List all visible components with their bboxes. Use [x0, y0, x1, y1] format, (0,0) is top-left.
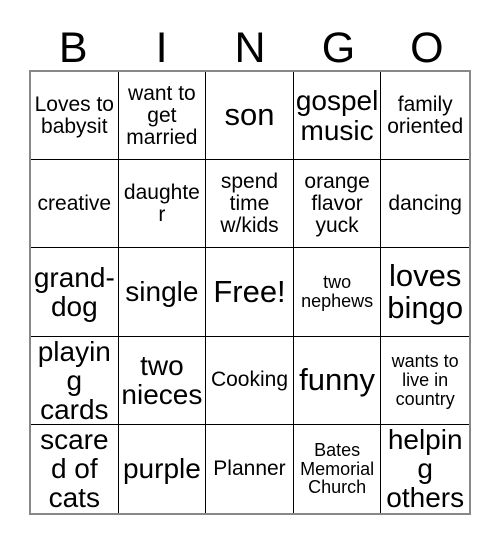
bingo-cell[interactable]: daughter: [118, 160, 207, 249]
bingo-cell[interactable]: Bates Memorial Church: [293, 424, 382, 513]
bingo-cell[interactable]: creative: [31, 160, 119, 249]
bingo-cell-label: Planner: [213, 456, 286, 480]
bingo-cell[interactable]: Planner: [206, 424, 294, 513]
bingo-cell-label: playing cards: [37, 336, 111, 425]
bingo-cell-label: Free!: [213, 273, 286, 309]
bingo-cell[interactable]: helping others: [381, 424, 469, 513]
bingo-cell[interactable]: dancing: [381, 160, 469, 249]
bingo-cell[interactable]: loves bingo: [381, 248, 469, 337]
bingo-cell-label: loves bingo: [387, 257, 464, 325]
bingo-cell-label: two nephews: [301, 272, 374, 311]
bingo-cell-label: scared of cats: [40, 424, 109, 513]
bingo-cell-label: daughter: [123, 180, 200, 226]
bingo-cell-label: dancing: [388, 191, 462, 215]
bingo-cell-label: Bates Memorial Church: [300, 439, 375, 498]
bingo-cell[interactable]: spend time w/kids: [206, 160, 294, 249]
bingo-cell[interactable]: orange flavor yuck: [293, 160, 382, 249]
bingo-cell-label: wants to live in country: [391, 351, 459, 409]
bingo-cell-label: grand-dog: [33, 261, 115, 322]
bingo-cell[interactable]: Loves to babysit: [31, 72, 119, 161]
bingo-cell-label: family oriented: [387, 92, 464, 138]
bingo-cell[interactable]: playing cards: [31, 336, 119, 425]
bingo-cell-label: purple: [122, 453, 201, 485]
bingo-cell-label: funny: [299, 362, 376, 398]
bingo-cell[interactable]: two nieces: [118, 336, 207, 425]
bingo-cell[interactable]: wants to live in country: [381, 336, 469, 425]
bingo-cell[interactable]: son: [206, 72, 294, 161]
bingo-cell-label: helping others: [386, 424, 465, 513]
bingo-cell[interactable]: want to get married: [118, 72, 207, 161]
bingo-header: B I N G O: [29, 18, 471, 70]
bingo-cell-label: single: [125, 276, 199, 308]
bingo-grid: Loves to babysit want to get married son go…: [29, 70, 471, 515]
bingo-cell-label: gospel music: [295, 85, 379, 146]
header-letter-i: I: [155, 24, 168, 72]
bingo-cell-label: spend time w/kids: [220, 170, 279, 237]
header-letter-g: G: [321, 24, 356, 72]
bingo-cell[interactable]: family oriented: [381, 72, 469, 161]
bingo-cell-label: want to get married: [126, 81, 198, 149]
bingo-cell[interactable]: Cooking: [206, 336, 294, 425]
bingo-cell[interactable]: scared of cats: [31, 424, 119, 513]
bingo-cell-label: two nieces: [121, 350, 203, 411]
bingo-cell[interactable]: purple: [118, 424, 207, 513]
bingo-cell[interactable]: gospel music: [293, 72, 382, 161]
bingo-cell-label: son: [224, 97, 275, 133]
bingo-cell[interactable]: grand-dog: [31, 248, 119, 337]
bingo-cell[interactable]: single: [118, 248, 207, 337]
bingo-cell-free[interactable]: Free!: [206, 248, 294, 337]
bingo-cell-label: Cooking: [210, 368, 289, 392]
header-letter-b: B: [58, 24, 88, 72]
header-letter-o: O: [410, 24, 444, 72]
bingo-cell[interactable]: two nephews: [293, 248, 382, 337]
header-letter-n: N: [234, 24, 266, 72]
bingo-cell[interactable]: funny: [293, 336, 382, 425]
bingo-cell-label: creative: [37, 191, 112, 215]
bingo-cell-label: orange flavor yuck: [304, 170, 370, 237]
bingo-cell-label: Loves to babysit: [34, 92, 114, 138]
bingo-card: B I N G O Loves to babysit want to get ma…: [0, 0, 500, 544]
